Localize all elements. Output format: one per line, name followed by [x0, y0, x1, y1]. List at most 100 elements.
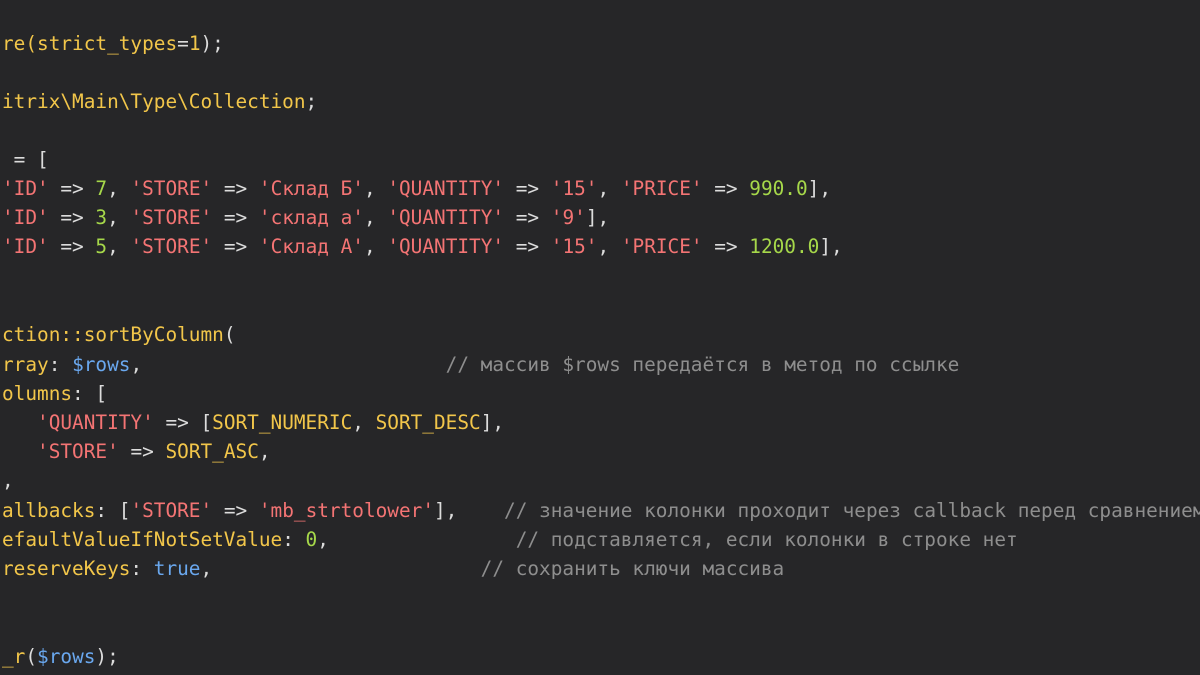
punctuation-token: ],	[807, 177, 832, 200]
punctuation-token: ,	[107, 177, 131, 200]
punctuation-token: ],	[480, 411, 505, 434]
number-token: 0	[305, 528, 318, 551]
code-editor[interactable]: re(strict_types=1); itrix\Main\Type\Coll…	[0, 0, 1200, 675]
punctuation-token: => [	[153, 411, 213, 434]
punctuation-token: =>	[48, 177, 96, 200]
punctuation-token: = [	[2, 148, 49, 171]
punctuation-token: =>	[702, 177, 750, 200]
code-line-4[interactable]: 'ID' => 7, 'STORE' => 'Склад Б', 'QUANTI…	[2, 177, 831, 201]
function-token: re(	[2, 32, 38, 55]
punctuation-token: =>	[118, 440, 166, 463]
punctuation-token: :	[282, 528, 306, 551]
constant-token: SORT_ASC	[165, 440, 259, 463]
string-token: 'STORE'	[130, 235, 213, 258]
punctuation-token: ],	[585, 206, 610, 229]
code-line-6[interactable]: 'ID' => 5, 'STORE' => 'Склад А', 'QUANTI…	[2, 235, 843, 259]
punctuation-token: =>	[702, 235, 750, 258]
punctuation-token: ,	[107, 206, 131, 229]
string-token: '15'	[550, 177, 598, 200]
code-line-11[interactable]: 'STORE' => SORT_ASC,	[2, 440, 271, 464]
punctuation-token: ,	[130, 353, 446, 376]
punctuation-token: ,	[107, 235, 131, 258]
code-line-1[interactable]: re(strict_types=1);	[2, 32, 224, 56]
code-line-2[interactable]: itrix\Main\Type\Collection;	[2, 90, 317, 114]
punctuation-token: );	[200, 32, 224, 55]
parameter-token: olumns	[2, 382, 73, 405]
string-token: 'ID'	[2, 177, 49, 200]
comment-token: // массив $rows передаётся в метод по сс…	[445, 353, 960, 376]
punctuation-token: =>	[212, 177, 259, 200]
comment-token: // подставляется, если колонки в строке …	[515, 528, 1018, 551]
parameter-token: efaultValueIfNotSetValue	[2, 528, 283, 551]
code-line-5[interactable]: 'ID' => 3, 'STORE' => 'склад а', 'QUANTI…	[2, 206, 609, 230]
string-token: 'mb_strtolower'	[258, 499, 434, 522]
punctuation-token: =>	[504, 235, 551, 258]
function-token: ction::sortByColumn	[2, 323, 224, 346]
punctuation-token: ,	[317, 528, 516, 551]
punctuation-token: ],	[434, 499, 505, 522]
punctuation-token: ;	[305, 90, 318, 113]
string-token: 'QUANTITY'	[387, 177, 505, 200]
punctuation-token: );	[95, 645, 119, 668]
punctuation-token: ,	[363, 206, 388, 229]
string-token: 'PRICE'	[620, 177, 703, 200]
string-token: 'ID'	[2, 235, 49, 258]
punctuation-token: ,	[258, 440, 271, 463]
number-token: 1200.0	[749, 235, 820, 258]
string-token: 'ID'	[2, 206, 49, 229]
comment-token: // сохранить ключи массива	[480, 557, 785, 580]
string-token: 'Склад Б'	[258, 177, 364, 200]
punctuation-token: =	[177, 32, 189, 55]
punctuation-token: ,	[200, 557, 481, 580]
parameter-token: rray	[2, 353, 49, 376]
punctuation-token: ],	[819, 235, 843, 258]
punctuation-token	[2, 440, 37, 463]
string-token: 'QUANTITY'	[387, 206, 505, 229]
punctuation-token: =>	[48, 235, 96, 258]
code-line-8[interactable]: rray: $rows, // массив $rows передаётся …	[2, 353, 959, 377]
string-token: 'STORE'	[130, 177, 213, 200]
code-line-13[interactable]: allbacks: ['STORE' => 'mb_strtolower'], …	[2, 499, 1200, 523]
string-token: '15'	[550, 235, 598, 258]
punctuation-token: =>	[504, 177, 551, 200]
punctuation-token: ,	[597, 177, 621, 200]
punctuation-token: ,	[2, 469, 14, 492]
punctuation-token: ,	[352, 411, 376, 434]
code-line-14[interactable]: efaultValueIfNotSetValue: 0, // подставл…	[2, 528, 1018, 552]
punctuation-token: =>	[212, 235, 259, 258]
code-line-16[interactable]: _r($rows);	[2, 645, 119, 669]
string-token: 'PRICE'	[620, 235, 703, 258]
string-token: 'STORE'	[37, 440, 119, 463]
number-token: 990.0	[749, 177, 808, 200]
number-token: 5	[95, 235, 108, 258]
constant-token: SORT_NUMERIC	[212, 411, 353, 434]
function-token: _r	[2, 645, 26, 668]
string-token: 'STORE'	[130, 499, 213, 522]
number-token: 7	[95, 177, 108, 200]
parameter-token: reserveKeys	[2, 557, 131, 580]
string-token: 'склад а'	[258, 206, 364, 229]
code-line-12[interactable]: ,	[2, 469, 14, 493]
punctuation-token: =>	[212, 499, 259, 522]
punctuation-token: :	[48, 353, 73, 376]
function-token: itrix\Main\Type\Collection	[2, 90, 306, 113]
code-line-15[interactable]: reserveKeys: true, // сохранить ключи ма…	[2, 557, 784, 581]
code-line-3[interactable]: = [	[2, 148, 49, 172]
string-token: '9'	[550, 206, 586, 229]
constant-token: SORT_DESC	[375, 411, 481, 434]
comment-token: // значение колонки проходит через callb…	[504, 499, 1200, 522]
punctuation-token: =>	[504, 206, 551, 229]
code-line-10[interactable]: 'QUANTITY' => [SORT_NUMERIC, SORT_DESC],	[2, 411, 504, 435]
string-token: 'QUANTITY'	[387, 235, 505, 258]
string-token: 'QUANTITY'	[37, 411, 154, 434]
punctuation-token: =>	[48, 206, 96, 229]
punctuation-token: : [	[72, 382, 108, 405]
function-token: 1	[188, 32, 201, 55]
boolean-token: true	[153, 557, 201, 580]
punctuation-token	[2, 411, 37, 434]
number-token: 3	[95, 206, 108, 229]
parameter-token: allbacks	[2, 499, 96, 522]
punctuation-token: =>	[212, 206, 259, 229]
code-line-7[interactable]: ction::sortByColumn(	[2, 323, 236, 347]
code-line-9[interactable]: olumns: [	[2, 382, 107, 406]
